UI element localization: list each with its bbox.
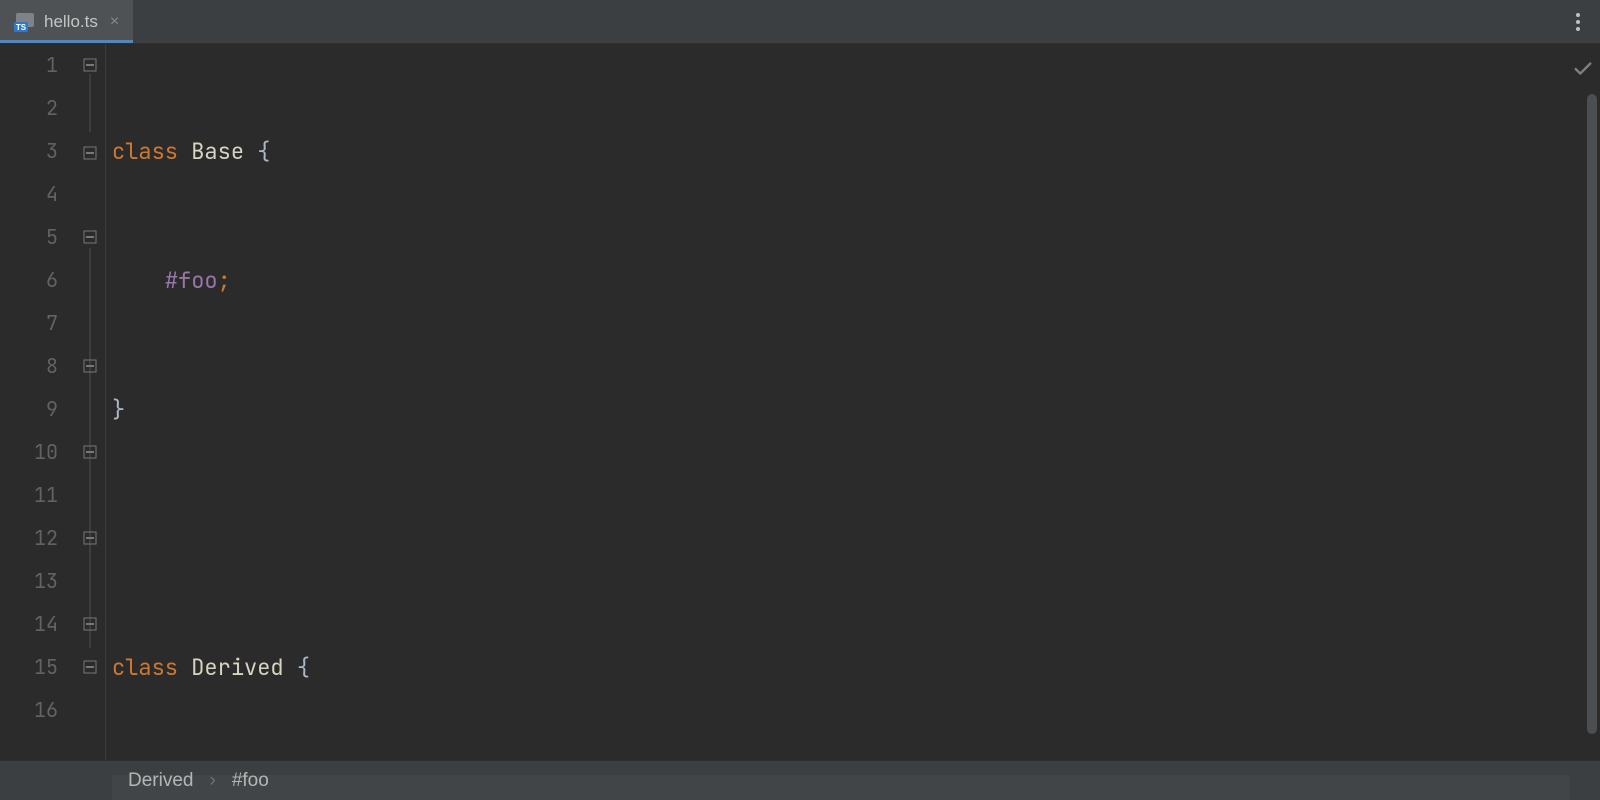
code-line[interactable]: class Derived { (112, 646, 1570, 689)
fold-toggle-icon[interactable] (81, 228, 99, 246)
typescript-file-icon: TS (14, 11, 36, 33)
editor-tab-hello-ts[interactable]: TS hello.ts × (0, 0, 133, 43)
code-line[interactable] (112, 517, 1570, 560)
more-vertical-icon (1576, 13, 1580, 31)
code-editor[interactable]: 1 2 3 4 5 6 7 8 9 10 11 12 13 14 15 16 (0, 44, 1600, 760)
editor-right-gutter (1570, 44, 1600, 760)
code-line[interactable]: #foo; (112, 259, 1570, 302)
line-number: 4 (0, 173, 58, 216)
line-number: 8 (0, 345, 58, 388)
inspection-ok-icon[interactable] (1572, 58, 1594, 85)
editor-tab-bar: TS hello.ts × (0, 0, 1600, 44)
tab-filename: hello.ts (44, 12, 98, 32)
line-number: 11 (0, 474, 58, 517)
fold-end-icon (81, 443, 99, 461)
line-number: 13 (0, 560, 58, 603)
line-number: 3 (0, 130, 58, 173)
code-line[interactable]: class Base { (112, 130, 1570, 173)
close-tab-icon[interactable]: × (110, 13, 119, 31)
line-number: 12 (0, 517, 58, 560)
fold-toggle-icon[interactable] (81, 56, 99, 74)
intention-bulb-icon[interactable] (126, 785, 148, 800)
fold-toggle-icon[interactable] (81, 357, 99, 375)
line-number: 16 (0, 689, 58, 732)
fold-end-icon (81, 144, 99, 162)
line-number: 7 (0, 302, 58, 345)
fold-guide (89, 74, 91, 132)
fold-end-icon (81, 615, 99, 633)
svg-text:TS: TS (16, 23, 27, 32)
fold-gutter (76, 44, 106, 760)
line-number: 10 (0, 431, 58, 474)
line-number-gutter: 1 2 3 4 5 6 7 8 9 10 11 12 13 14 15 16 (0, 44, 76, 760)
tab-bar-spacer (133, 0, 1556, 43)
line-number: 2 (0, 87, 58, 130)
line-number: 6 (0, 259, 58, 302)
fold-toggle-icon[interactable] (81, 529, 99, 547)
code-line[interactable]: } (112, 388, 1570, 431)
line-number: 15 (0, 646, 58, 689)
line-number: 5 (0, 216, 58, 259)
tab-bar-more-button[interactable] (1556, 0, 1600, 43)
line-number: 14 (0, 603, 58, 646)
fold-end-icon (81, 658, 99, 676)
line-number: 9 (0, 388, 58, 431)
line-number: 1 (0, 44, 58, 87)
vertical-scrollbar-thumb[interactable] (1587, 94, 1597, 734)
code-line-current[interactable]: #foo; (112, 775, 1570, 800)
code-content[interactable]: class Base { #foo; } class Derived { #fo… (106, 44, 1570, 760)
